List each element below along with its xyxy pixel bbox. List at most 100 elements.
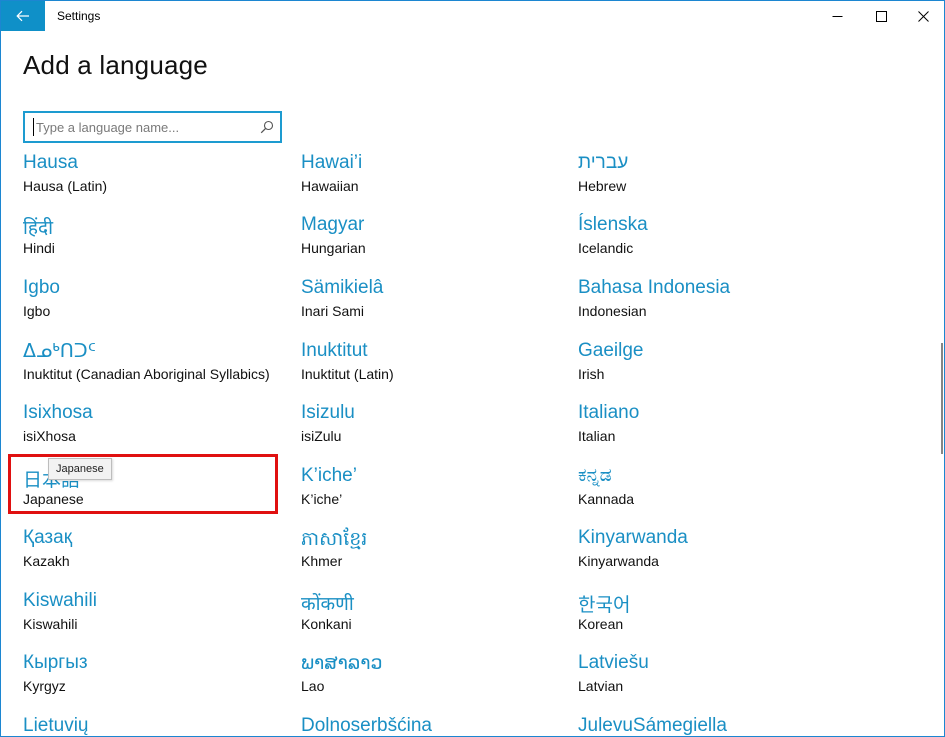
language-native-name: Isixhosa	[23, 402, 93, 423]
language-english-name: Igbo	[23, 303, 51, 319]
language-english-name: Korean	[578, 616, 624, 632]
language-english-name: K’iche’	[301, 491, 343, 507]
language-item-hawaiian[interactable]: Hawai’i Hawaiian	[301, 152, 561, 210]
language-native-name: Hausa	[23, 152, 78, 173]
language-english-name: Inari Sami	[301, 303, 365, 319]
language-item-hausa[interactable]: Hausa Hausa (Latin)	[23, 152, 283, 210]
language-native-name: Кыргыз	[23, 652, 88, 673]
language-item-korean[interactable]: 한국어 Korean	[578, 590, 838, 648]
language-item-inari-sami[interactable]: Sämikielâ Inari Sami	[301, 277, 561, 335]
language-native-name: Kinyarwanda	[578, 527, 688, 548]
language-native-name: Қазақ	[23, 527, 73, 548]
language-english-name: Inuktitut (Latin)	[301, 366, 394, 382]
language-english-name: Inuktitut (Canadian Aboriginal Syllabics…	[23, 366, 270, 382]
language-native-name: Íslenska	[578, 214, 648, 235]
language-item-italian[interactable]: Italiano Italian	[578, 402, 838, 460]
language-english-name: isiXhosa	[23, 428, 76, 444]
language-item-igbo[interactable]: Igbo Igbo	[23, 277, 283, 335]
language-item-kazakh[interactable]: Қазақ Kazakh	[23, 527, 283, 585]
language-english-name: Khmer	[301, 553, 343, 569]
language-item-kiche[interactable]: K’iche’ K’iche’	[301, 465, 561, 523]
language-english-name: Kazakh	[23, 553, 70, 569]
language-native-name: Isizulu	[301, 402, 355, 423]
language-native-name: ភាសាខ្មែរ	[301, 529, 368, 550]
language-native-name: Italiano	[578, 402, 640, 423]
language-item-konkani[interactable]: कोंकणी Konkani	[301, 590, 561, 648]
language-item-hungarian[interactable]: Magyar Hungarian	[301, 214, 561, 272]
language-native-name: हिंदी	[23, 218, 54, 239]
language-english-name: Kiswahili	[23, 616, 78, 632]
language-item-kinyarwanda[interactable]: Kinyarwanda Kinyarwanda	[578, 527, 838, 585]
scrollbar-thumb[interactable]	[941, 343, 943, 454]
language-native-name: Hawai’i	[301, 152, 363, 173]
language-native-name: कोंकणी	[301, 594, 354, 615]
maximize-icon	[875, 10, 887, 22]
language-english-name: Kyrgyz	[23, 678, 66, 694]
language-item-lower-sorbian[interactable]: Dolnoserbšćina	[301, 715, 561, 736]
back-arrow-icon	[16, 10, 29, 22]
language-item-isixhosa[interactable]: Isixhosa isiXhosa	[23, 402, 283, 460]
search-input[interactable]	[33, 118, 256, 136]
language-english-name: Hebrew	[578, 178, 627, 194]
language-native-name: Inuktitut	[301, 340, 368, 361]
language-native-name: K’iche’	[301, 465, 357, 486]
page-title: Add a language	[23, 50, 208, 80]
language-english-name: Lao	[301, 678, 325, 694]
language-item-icelandic[interactable]: Íslenska Icelandic	[578, 214, 838, 272]
language-item-inuktitut-latin[interactable]: Inuktitut Inuktitut (Latin)	[301, 340, 561, 398]
language-native-name: ᐃᓄᒃᑎᑐᑦ	[23, 341, 96, 362]
language-english-name: Icelandic	[578, 240, 634, 256]
language-item-kyrgyz[interactable]: Кыргыз Kyrgyz	[23, 652, 283, 710]
language-english-name: Irish	[578, 366, 605, 382]
settings-window: Settings Add a language Hausa Hausa (Lat…	[0, 0, 945, 737]
language-native-name: Igbo	[23, 277, 60, 298]
title-bar: Settings	[1, 1, 944, 31]
language-native-name: Dolnoserbšćina	[301, 715, 432, 736]
language-item-hebrew[interactable]: עברית Hebrew	[578, 152, 838, 210]
language-item-kiswahili[interactable]: Kiswahili Kiswahili	[23, 590, 283, 648]
language-native-name: 한국어	[578, 595, 631, 616]
language-native-name: ಕನ್ನಡ	[578, 465, 612, 486]
close-button[interactable]	[900, 1, 944, 31]
language-item-indonesian[interactable]: Bahasa Indonesia Indonesian	[578, 277, 838, 335]
language-english-name: Hausa (Latin)	[23, 178, 108, 194]
language-item-lule-sami[interactable]: JulevuSámegiella	[578, 715, 838, 736]
language-english-name: Hawaiian	[301, 178, 359, 194]
language-english-name: Italian	[578, 428, 616, 444]
language-english-name: Hindi	[23, 240, 55, 256]
window-title: Settings	[57, 9, 101, 23]
language-item-isizulu[interactable]: Isizulu isiZulu	[301, 402, 561, 460]
language-english-name: Konkani	[301, 616, 352, 632]
language-item-hindi[interactable]: हिंदी Hindi	[23, 214, 283, 272]
language-english-name: Latvian	[578, 678, 624, 694]
language-native-name: עברית	[578, 152, 629, 173]
maximize-button[interactable]	[858, 1, 904, 31]
language-english-name: Kannada	[578, 491, 635, 507]
language-native-name: Gaeilge	[578, 340, 644, 361]
language-item-inuktitut-syllabics[interactable]: ᐃᓄᒃᑎᑐᑦ Inuktitut (Canadian Aboriginal Sy…	[23, 340, 283, 398]
language-item-irish[interactable]: Gaeilge Irish	[578, 340, 838, 398]
language-item-lao[interactable]: ພາສາລາວ Lao	[301, 652, 561, 710]
minimize-icon	[832, 15, 842, 17]
language-native-name: JulevuSámegiella	[578, 715, 727, 736]
minimize-button[interactable]	[814, 1, 860, 31]
language-native-name: Magyar	[301, 214, 365, 235]
language-native-name: ພາສາລາວ	[301, 653, 383, 674]
back-button[interactable]	[1, 1, 45, 31]
close-icon	[917, 10, 929, 22]
language-native-name: Bahasa Indonesia	[578, 277, 731, 298]
language-english-name: Kinyarwanda	[578, 553, 659, 569]
language-item-khmer[interactable]: ភាសាខ្មែរ Khmer	[301, 527, 561, 585]
language-native-name: Latviešu	[578, 652, 649, 673]
language-item-kannada[interactable]: ಕನ್ನಡ Kannada	[578, 465, 838, 523]
language-native-name: Lietuvių	[23, 715, 89, 736]
language-english-name: Hungarian	[301, 240, 366, 256]
language-english-name: isiZulu	[301, 428, 342, 444]
language-native-name: Sämikielâ	[301, 277, 384, 298]
search-icon[interactable]	[260, 120, 274, 134]
language-search-box[interactable]	[23, 111, 282, 143]
tooltip: Japanese	[48, 458, 112, 480]
language-item-lithuanian[interactable]: Lietuvių	[23, 715, 283, 736]
language-item-latvian[interactable]: Latviešu Latvian	[578, 652, 838, 710]
language-english-name: Indonesian	[578, 303, 647, 319]
